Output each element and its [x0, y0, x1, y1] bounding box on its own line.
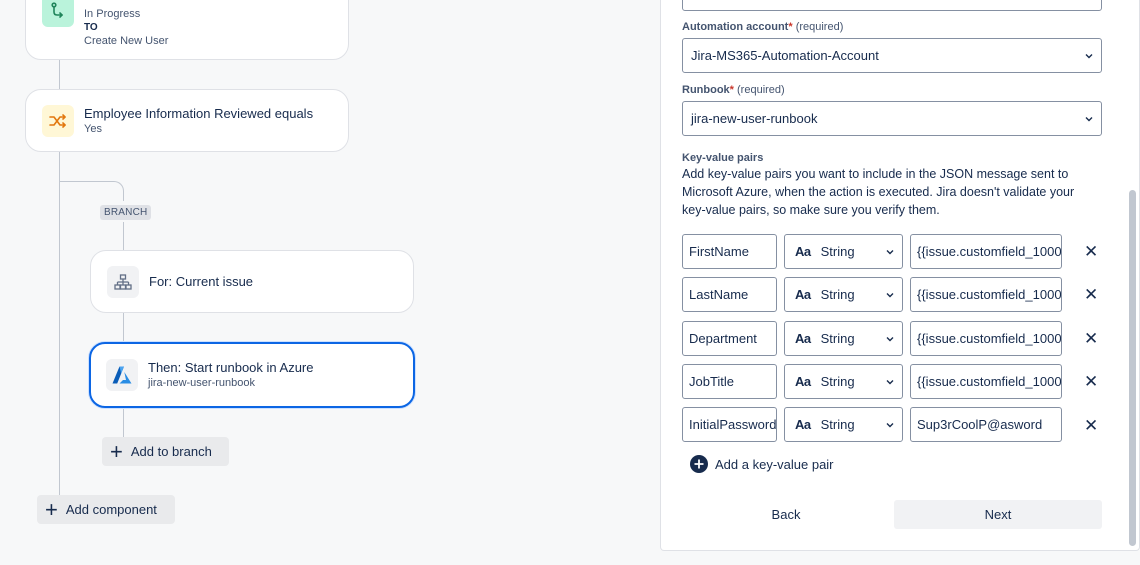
add-component-label: Add component	[65, 502, 157, 517]
trigger-card[interactable]: In Progress TO Create New User	[25, 0, 349, 60]
for-branch-card[interactable]: For: Current issue	[90, 250, 414, 313]
condition-card[interactable]: Employee Information Reviewed equals Yes	[25, 89, 349, 152]
runbook-value: jira-new-user-runbook	[691, 111, 818, 126]
scrollbar-thumb[interactable]	[1129, 190, 1136, 546]
chevron-down-icon	[886, 336, 894, 341]
connector-line	[123, 222, 124, 250]
kv-type-select[interactable]: Aa String	[784, 364, 903, 399]
automation-account-select[interactable]: Jira-MS365-Automation-Account	[682, 38, 1102, 73]
kv-type-value: String	[820, 244, 855, 259]
connector-line	[59, 60, 60, 90]
text-type-icon: Aa	[795, 287, 811, 302]
text-type-icon: Aa	[795, 331, 811, 346]
plus-icon: +	[110, 438, 123, 464]
automation-account-value: Jira-MS365-Automation-Account	[691, 48, 879, 63]
kv-type-select[interactable]: Aa String	[784, 234, 903, 269]
text-type-icon: Aa	[795, 374, 811, 389]
chevron-down-icon	[1085, 53, 1093, 58]
remove-pair-icon[interactable]: ✕	[1084, 330, 1098, 347]
transition-icon	[42, 0, 74, 27]
add-key-value-pair-button[interactable]: Add a key-value pair	[690, 455, 834, 473]
back-button[interactable]: Back	[682, 500, 890, 529]
text-type-icon: Aa	[795, 417, 811, 432]
kv-pairs-label: Key-value pairs	[682, 152, 764, 164]
plus-icon: +	[45, 496, 58, 522]
next-button[interactable]: Next	[894, 500, 1102, 529]
kv-key-input[interactable]: FirstName	[682, 234, 777, 269]
chevron-down-icon	[886, 292, 894, 297]
runbook-select[interactable]: jira-new-user-runbook	[682, 101, 1102, 136]
remove-pair-icon[interactable]: ✕	[1084, 286, 1098, 303]
remove-pair-icon[interactable]: ✕	[1084, 243, 1098, 260]
add-to-branch-label: Add to branch	[130, 444, 212, 459]
branch-curve	[100, 181, 124, 201]
kv-value-input[interactable]: {{issue.customfield_1000	[910, 234, 1062, 269]
kv-type-value: String	[820, 287, 855, 302]
kv-key-input[interactable]: LastName	[682, 277, 777, 312]
kv-value-input[interactable]: {{issue.customfield_1000	[910, 364, 1062, 399]
trigger-target-status: Create New User	[84, 35, 169, 47]
chevron-down-icon	[1085, 116, 1093, 121]
kv-value-input[interactable]: Sup3rCoolP@asword	[910, 407, 1062, 442]
config-panel: Automation account* (required) Jira-MS36…	[660, 0, 1140, 551]
condition-icon	[42, 104, 74, 137]
kv-value-input[interactable]: {{issue.customfield_1000	[910, 321, 1062, 356]
for-card-title: For: Current issue	[149, 273, 254, 289]
connector-line	[123, 313, 124, 343]
trigger-to-label: TO	[84, 22, 98, 33]
kv-key-input[interactable]: InitialPassword	[682, 407, 777, 442]
add-component-button[interactable]: + Add component	[37, 495, 175, 524]
add-key-value-pair-label: Add a key-value pair	[715, 456, 834, 472]
kv-type-select[interactable]: Aa String	[784, 407, 903, 442]
previous-field[interactable]	[682, 0, 1102, 11]
azure-icon	[106, 359, 138, 391]
connector-line	[59, 151, 60, 496]
automation-account-label: Automation account* (required)	[682, 21, 844, 33]
action-card-start-runbook[interactable]: Then: Start runbook in Azure jira-new-us…	[89, 342, 415, 408]
kv-key-input[interactable]: Department	[682, 321, 777, 356]
remove-pair-icon[interactable]: ✕	[1084, 417, 1098, 434]
trigger-from-status: In Progress	[84, 8, 141, 20]
condition-title: Employee Information Reviewed equals	[84, 105, 314, 121]
kv-pairs-description: Add key-value pairs you want to include …	[682, 167, 1075, 217]
hierarchy-icon	[107, 265, 139, 298]
kv-type-select[interactable]: Aa String	[784, 277, 903, 312]
kv-type-value: String	[820, 374, 855, 389]
runbook-label: Runbook* (required)	[682, 84, 785, 96]
remove-pair-icon[interactable]: ✕	[1084, 373, 1098, 390]
branch-tag: BRANCH	[100, 205, 152, 220]
add-to-branch-button[interactable]: + Add to branch	[102, 437, 229, 466]
action-card-subtitle: jira-new-user-runbook	[148, 377, 255, 389]
connector-line	[123, 408, 124, 438]
kv-value-input[interactable]: {{issue.customfield_1000	[910, 277, 1062, 312]
kv-type-value: String	[820, 331, 855, 346]
chevron-down-icon	[886, 379, 894, 384]
kv-key-input[interactable]: JobTitle	[682, 364, 777, 399]
condition-value: Yes	[84, 122, 102, 135]
add-circle-icon	[690, 455, 708, 473]
kv-type-value: String	[820, 417, 855, 432]
text-type-icon: Aa	[795, 244, 811, 259]
action-card-title: Then: Start runbook in Azure	[148, 360, 314, 375]
chevron-down-icon	[886, 422, 894, 427]
chevron-down-icon	[886, 249, 894, 254]
kv-type-select[interactable]: Aa String	[784, 321, 903, 356]
